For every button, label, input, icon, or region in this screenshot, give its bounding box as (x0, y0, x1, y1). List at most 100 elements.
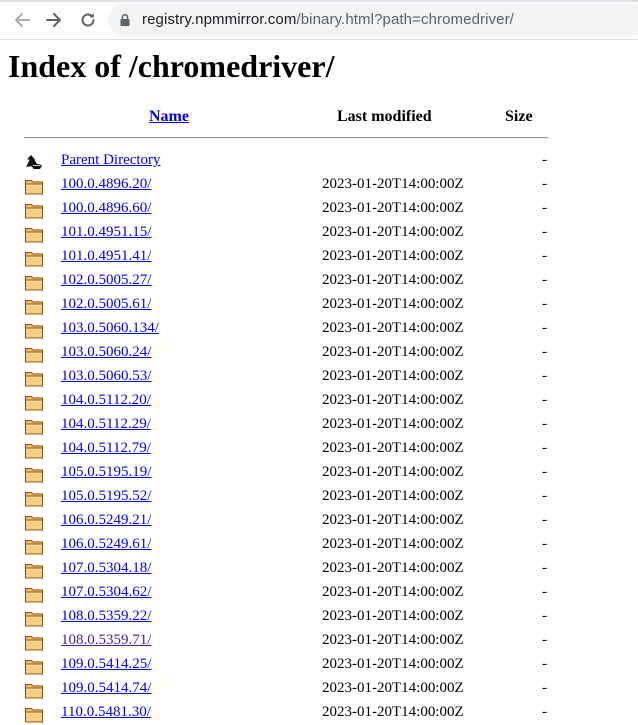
parent-directory-link[interactable]: Parent Directory (61, 152, 161, 169)
size-value: - (542, 200, 547, 216)
folder-icon (25, 516, 43, 531)
directory-link[interactable]: 108.0.5359.71/ (61, 632, 151, 649)
directory-link[interactable]: 106.0.5249.21/ (61, 512, 151, 529)
size-value: - (542, 320, 547, 336)
last-modified-column-header: Last modified (337, 108, 432, 125)
address-bar[interactable]: registry.npmmirror.com/binary.html?path=… (108, 4, 638, 36)
directory-link[interactable]: 103.0.5060.134/ (61, 320, 159, 337)
directory-link[interactable]: 103.0.5060.24/ (61, 344, 151, 361)
tab-strip-edge (0, 0, 638, 2)
url-path: /binary.html?path=chromedriver/ (296, 11, 514, 28)
last-modified-value: 2023-01-20T14:00:00Z (322, 608, 464, 624)
folder-icon (25, 300, 43, 315)
directory-row: 103.0.5060.24/2023-01-20T14:00:00Z - (22, 341, 552, 365)
folder-icon (25, 708, 43, 723)
directory-row: 108.0.5359.71/2023-01-20T14:00:00Z - (22, 629, 552, 653)
last-modified-value: 2023-01-20T14:00:00Z (322, 416, 464, 432)
folder-icon (25, 492, 43, 507)
size-value: - (542, 464, 547, 480)
directory-link[interactable]: 107.0.5304.62/ (61, 584, 151, 601)
folder-icon (25, 228, 43, 243)
directory-link[interactable]: 101.0.4951.15/ (61, 224, 151, 241)
size-value: - (542, 608, 547, 624)
folder-icon (25, 444, 43, 459)
folder-icon (25, 420, 43, 435)
last-modified-value: 2023-01-20T14:00:00Z (322, 584, 464, 600)
size-value: - (542, 224, 547, 240)
last-modified-value: 2023-01-20T14:00:00Z (322, 680, 464, 696)
parent-directory-row: Parent Directory - (22, 149, 552, 173)
last-modified-value: 2023-01-20T14:00:00Z (322, 464, 464, 480)
size-value: - (542, 272, 547, 288)
directory-link[interactable]: 105.0.5195.52/ (61, 488, 151, 505)
directory-link[interactable]: 109.0.5414.25/ (61, 656, 151, 673)
size-value: - (542, 704, 547, 720)
directory-link[interactable]: 104.0.5112.79/ (61, 440, 151, 457)
size-value: - (542, 512, 547, 528)
size-value: - (542, 296, 547, 312)
directory-row: 102.0.5005.27/2023-01-20T14:00:00Z - (22, 269, 552, 293)
size-value: - (542, 656, 547, 672)
directory-link[interactable]: 102.0.5005.61/ (61, 296, 151, 313)
folder-icon (25, 636, 43, 651)
url-text[interactable]: registry.npmmirror.com/binary.html?path=… (142, 11, 514, 28)
size-value: - (542, 584, 547, 600)
directory-link[interactable]: 106.0.5249.61/ (61, 536, 151, 553)
directory-link[interactable]: 110.0.5481.30/ (61, 704, 151, 721)
folder-icon (25, 612, 43, 627)
directory-link[interactable]: 101.0.4951.41/ (61, 248, 151, 265)
directory-link[interactable]: 105.0.5195.19/ (61, 464, 151, 481)
last-modified-value: 2023-01-20T14:00:00Z (322, 296, 464, 312)
directory-link[interactable]: 100.0.4896.60/ (61, 200, 151, 217)
directory-row: 105.0.5195.19/2023-01-20T14:00:00Z - (22, 461, 552, 485)
directory-listing: Name Last modified Size Parent Directory… (22, 104, 552, 723)
directory-link[interactable]: 104.0.5112.29/ (61, 416, 151, 433)
reload-icon (81, 13, 95, 27)
last-modified-value: 2023-01-20T14:00:00Z (322, 272, 464, 288)
size-value: - (542, 392, 547, 408)
size-value: - (542, 176, 547, 192)
directory-row: 100.0.4896.60/2023-01-20T14:00:00Z - (22, 197, 552, 221)
directory-link[interactable]: 102.0.5005.27/ (61, 272, 151, 289)
directory-link[interactable]: 109.0.5414.74/ (61, 680, 151, 697)
size-value: - (542, 344, 547, 360)
listing-header: Name Last modified Size (22, 104, 552, 130)
last-modified-value: 2023-01-20T14:00:00Z (322, 512, 464, 528)
folder-icon (25, 348, 43, 363)
last-modified-value: 2023-01-20T14:00:00Z (322, 536, 464, 552)
reload-button[interactable] (76, 8, 100, 32)
last-modified-value: 2023-01-20T14:00:00Z (322, 176, 464, 192)
back-button[interactable] (10, 8, 34, 32)
directory-link[interactable]: 104.0.5112.20/ (61, 392, 151, 409)
size-value: - (542, 536, 547, 552)
last-modified-value: 2023-01-20T14:00:00Z (322, 488, 464, 504)
last-modified-value: 2023-01-20T14:00:00Z (322, 224, 464, 240)
directory-row: 107.0.5304.62/2023-01-20T14:00:00Z - (22, 581, 552, 605)
size-value: - (542, 488, 547, 504)
directory-link[interactable]: 100.0.4896.20/ (61, 176, 151, 193)
folder-icon (25, 276, 43, 291)
folder-icon (25, 252, 43, 267)
folder-icon (25, 564, 43, 579)
last-modified-value: 2023-01-20T14:00:00Z (322, 440, 464, 456)
directory-row: 103.0.5060.134/2023-01-20T14:00:00Z - (22, 317, 552, 341)
lock-icon[interactable] (118, 13, 132, 27)
directory-row: 110.0.5481.30/2023-01-20T14:00:00Z - (22, 701, 552, 725)
directory-row: 102.0.5005.61/2023-01-20T14:00:00Z - (22, 293, 552, 317)
directory-row: 109.0.5414.25/2023-01-20T14:00:00Z - (22, 653, 552, 677)
size-value: - (542, 560, 547, 576)
size-value: - (542, 680, 547, 696)
directory-link[interactable]: 107.0.5304.18/ (61, 560, 151, 577)
directory-row: 100.0.4896.20/2023-01-20T14:00:00Z - (22, 173, 552, 197)
directory-link[interactable]: 103.0.5060.53/ (61, 368, 151, 385)
last-modified-value: 2023-01-20T14:00:00Z (322, 632, 464, 648)
arrow-left-icon (15, 13, 30, 27)
last-modified-value: 2023-01-20T14:00:00Z (322, 368, 464, 384)
name-column-header[interactable]: Name (149, 108, 189, 126)
folder-icon (25, 372, 43, 387)
directory-link[interactable]: 108.0.5359.22/ (61, 608, 151, 625)
forward-button[interactable] (42, 8, 66, 32)
arrow-right-icon (46, 13, 61, 27)
last-modified-value: 2023-01-20T14:00:00Z (322, 248, 464, 264)
directory-row: 103.0.5060.53/2023-01-20T14:00:00Z - (22, 365, 552, 389)
